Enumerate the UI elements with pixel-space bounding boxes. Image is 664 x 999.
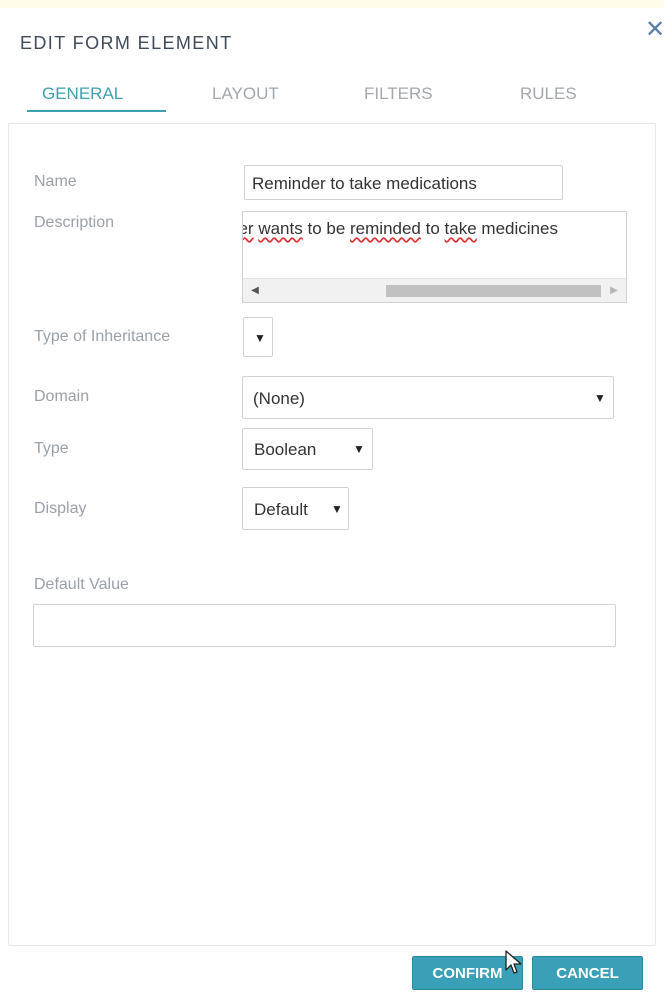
- chevron-down-icon: ▼: [331, 502, 343, 516]
- chevron-down-icon: ▼: [353, 442, 365, 456]
- chevron-down-icon: ▼: [254, 331, 266, 345]
- type-label: Type: [34, 440, 69, 457]
- active-tab-indicator: [27, 110, 166, 112]
- mouse-pointer-icon: [505, 950, 522, 974]
- top-strip: [0, 0, 664, 8]
- display-label: Display: [34, 500, 87, 517]
- domain-label: Domain: [34, 388, 90, 405]
- description-horizontal-scrollbar[interactable]: ◀ ▶: [243, 278, 626, 302]
- tab-rules[interactable]: RULES: [520, 84, 577, 104]
- type-select[interactable]: Boolean ▼: [242, 428, 373, 470]
- tab-layout[interactable]: LAYOUT: [212, 84, 279, 104]
- inheritance-select[interactable]: ▼: [243, 317, 273, 357]
- default-value-input[interactable]: [33, 604, 616, 647]
- name-input-value: Reminder to take medications: [252, 174, 477, 193]
- dialog-title: EDIT FORM ELEMENT: [20, 33, 233, 53]
- default-value-label: Default Value: [34, 576, 129, 593]
- tab-general[interactable]: GENERAL: [42, 84, 123, 104]
- scroll-left-arrow-icon[interactable]: ◀: [247, 279, 263, 302]
- cancel-button[interactable]: CANCEL: [532, 956, 643, 990]
- inheritance-label: Type of Inheritance: [34, 328, 171, 345]
- name-input[interactable]: Reminder to take medications: [244, 165, 563, 200]
- scrollbar-thumb[interactable]: [386, 285, 601, 297]
- description-textarea[interactable]: ger wants to be reminded to take medicin…: [242, 211, 627, 303]
- description-label: Description: [34, 214, 115, 231]
- close-icon[interactable]: ✕: [645, 18, 664, 42]
- domain-select-value: (None): [253, 389, 305, 408]
- tab-filters[interactable]: FILTERS: [364, 84, 433, 104]
- display-select-value: Default: [254, 500, 308, 519]
- chevron-down-icon: ▼: [594, 391, 606, 405]
- scroll-right-arrow-icon[interactable]: ▶: [606, 279, 622, 302]
- domain-select[interactable]: (None) ▼: [242, 376, 614, 419]
- type-select-value: Boolean: [254, 440, 317, 459]
- display-select[interactable]: Default ▼: [242, 487, 349, 530]
- description-text: ger wants to be reminded to take medicin…: [243, 219, 558, 238]
- name-label: Name: [34, 173, 77, 190]
